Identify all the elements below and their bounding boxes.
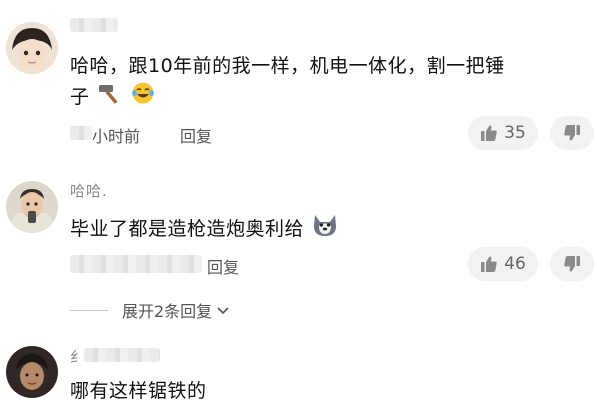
avatar[interactable] [6,346,58,398]
like-button[interactable]: 46 [468,247,538,281]
dislike-button[interactable] [550,116,594,150]
avatar[interactable] [6,181,58,233]
comment-text: 哈哈，跟10年前的我一样，机电一体化，割一把锤 [70,55,505,77]
like-count: 35 [504,123,526,143]
thumbs-down-icon [563,255,581,273]
thumbs-up-icon [480,255,498,273]
time-blurred [70,126,92,140]
like-count: 46 [504,254,526,274]
thumbs-up-icon [480,124,498,142]
like-button[interactable]: 35 [468,116,538,150]
doge-icon [311,212,339,247]
reply-button[interactable]: 回复 [207,254,239,278]
comment-text: 哪有这样锯铁的 [70,380,207,402]
time-blurred [70,255,202,273]
thumbs-down-icon [563,124,581,142]
hammer-icon [96,81,124,114]
avatar[interactable] [6,22,58,74]
username[interactable]: 哈哈. [70,180,108,201]
chevron-down-icon [216,301,230,320]
comment-text: 毕业了都是造枪造炮奥利给 [70,212,339,247]
comment-time: 小时前 [92,127,141,146]
expand-replies-button[interactable]: 展开2条回复 [70,298,230,322]
username-blurred [70,18,118,32]
laughing-tears-icon [131,81,155,114]
comment-text-continued: 子 [70,81,155,114]
username-blurred [84,348,160,362]
expand-replies-label: 展开2条回复 [122,302,213,321]
dislike-button[interactable] [550,247,594,281]
reply-button[interactable]: 回复 [180,123,212,147]
divider [70,309,108,311]
